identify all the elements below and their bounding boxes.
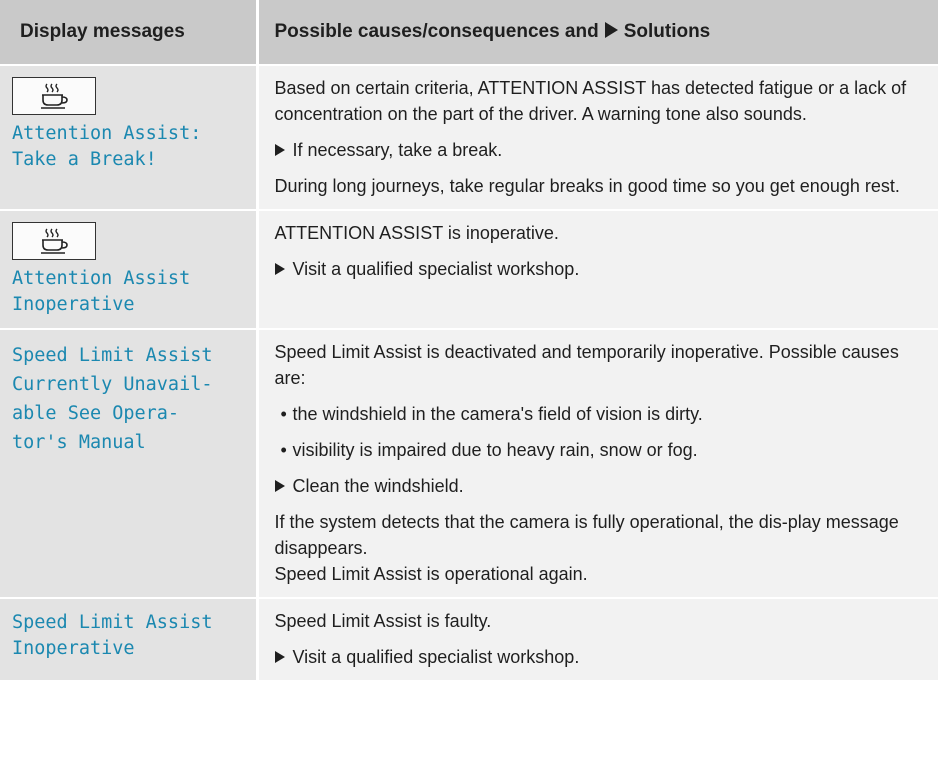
note-text: If the system detects that the camera is…	[274, 512, 899, 558]
coffee-cup-icon-graphic	[41, 228, 68, 254]
message-text: Attention Assist: Take a Break!	[12, 123, 202, 170]
message-cell: Speed Limit Assist Currently Unavail- ab…	[0, 328, 257, 598]
step-arrow-icon	[274, 263, 285, 275]
header-display-messages: Display messages	[0, 0, 257, 65]
cause-text: ATTENTION ASSIST is inoperative.	[274, 223, 559, 243]
cause-bullet: • visibility is impaired due to heavy rai…	[281, 437, 929, 463]
coffee-cup-icon	[12, 77, 96, 115]
solution-step: Visit a qualified specialist workshop.	[274, 256, 929, 282]
display-messages-table: Display messages Possible causes/consequ…	[0, 0, 938, 680]
table-header-row: Display messages Possible causes/consequ…	[0, 0, 938, 65]
step-arrow-icon	[274, 651, 285, 663]
solution-cell: Speed Limit Assist is deactivated and te…	[255, 328, 938, 598]
cause-text: Based on certain criteria, ATTENTION ASS…	[274, 78, 907, 124]
solution-step: Visit a qualified specialist workshop.	[274, 644, 929, 670]
table-row: Attention Assist Inoperative ATTENTION A…	[0, 209, 938, 329]
header-causes-solutions: Possible causes/consequences and Solution…	[255, 0, 938, 65]
message-cell: Speed Limit Assist Inoperative	[0, 597, 257, 680]
step-text: Visit a qualified specialist workshop.	[292, 647, 580, 667]
header-causes-text: Possible causes/consequences and	[274, 21, 599, 42]
step-text: Clean the windshield.	[292, 476, 464, 496]
header-solutions-text: Solutions	[623, 21, 711, 42]
message-text: Speed Limit Assist Inoperative	[12, 612, 213, 659]
coffee-cup-icon-graphic	[41, 83, 68, 109]
bullet-text: the windshield in the camera's field of …	[292, 404, 703, 424]
bullet-text: visibility is impaired due to heavy rain…	[292, 440, 698, 460]
step-arrow-icon	[274, 144, 285, 156]
message-text: Speed Limit Assist Currently Unavail- ab…	[12, 345, 213, 453]
cause-text: Speed Limit Assist is deactivated and te…	[274, 342, 899, 388]
table-row: Speed Limit Assist Currently Unavail- ab…	[0, 328, 938, 598]
solution-cell: Based on certain criteria, ATTENTION ASS…	[255, 64, 938, 210]
coffee-cup-icon	[12, 222, 96, 260]
message-text: Attention Assist Inoperative	[12, 268, 191, 315]
solution-step: If necessary, take a break.	[274, 137, 929, 163]
bullet-dot-icon: •	[280, 440, 287, 460]
solution-cell: ATTENTION ASSIST is inoperative. Visit a…	[255, 209, 938, 329]
step-text: Visit a qualified specialist workshop.	[292, 259, 580, 279]
message-cell: Attention Assist Inoperative	[0, 209, 257, 329]
table-row: Speed Limit Assist Inoperative Speed Lim…	[0, 597, 938, 680]
bullet-dot-icon: •	[280, 404, 287, 424]
table-row: Attention Assist: Take a Break! Based on…	[0, 64, 938, 210]
note-text-2: Speed Limit Assist is operational again.	[274, 564, 588, 584]
cause-text: Speed Limit Assist is faulty.	[274, 611, 492, 631]
cause-bullet: • the windshield in the camera's field of…	[281, 401, 929, 427]
solution-cell: Speed Limit Assist is faulty. Visit a qu…	[255, 597, 938, 680]
solution-step: Clean the windshield.	[274, 473, 929, 499]
message-cell: Attention Assist: Take a Break!	[0, 64, 257, 210]
step-arrow-icon	[274, 480, 285, 492]
solution-arrow-icon	[604, 22, 618, 38]
step-text: If necessary, take a break.	[292, 140, 503, 160]
note-text: During long journeys, take regular break…	[274, 176, 900, 196]
